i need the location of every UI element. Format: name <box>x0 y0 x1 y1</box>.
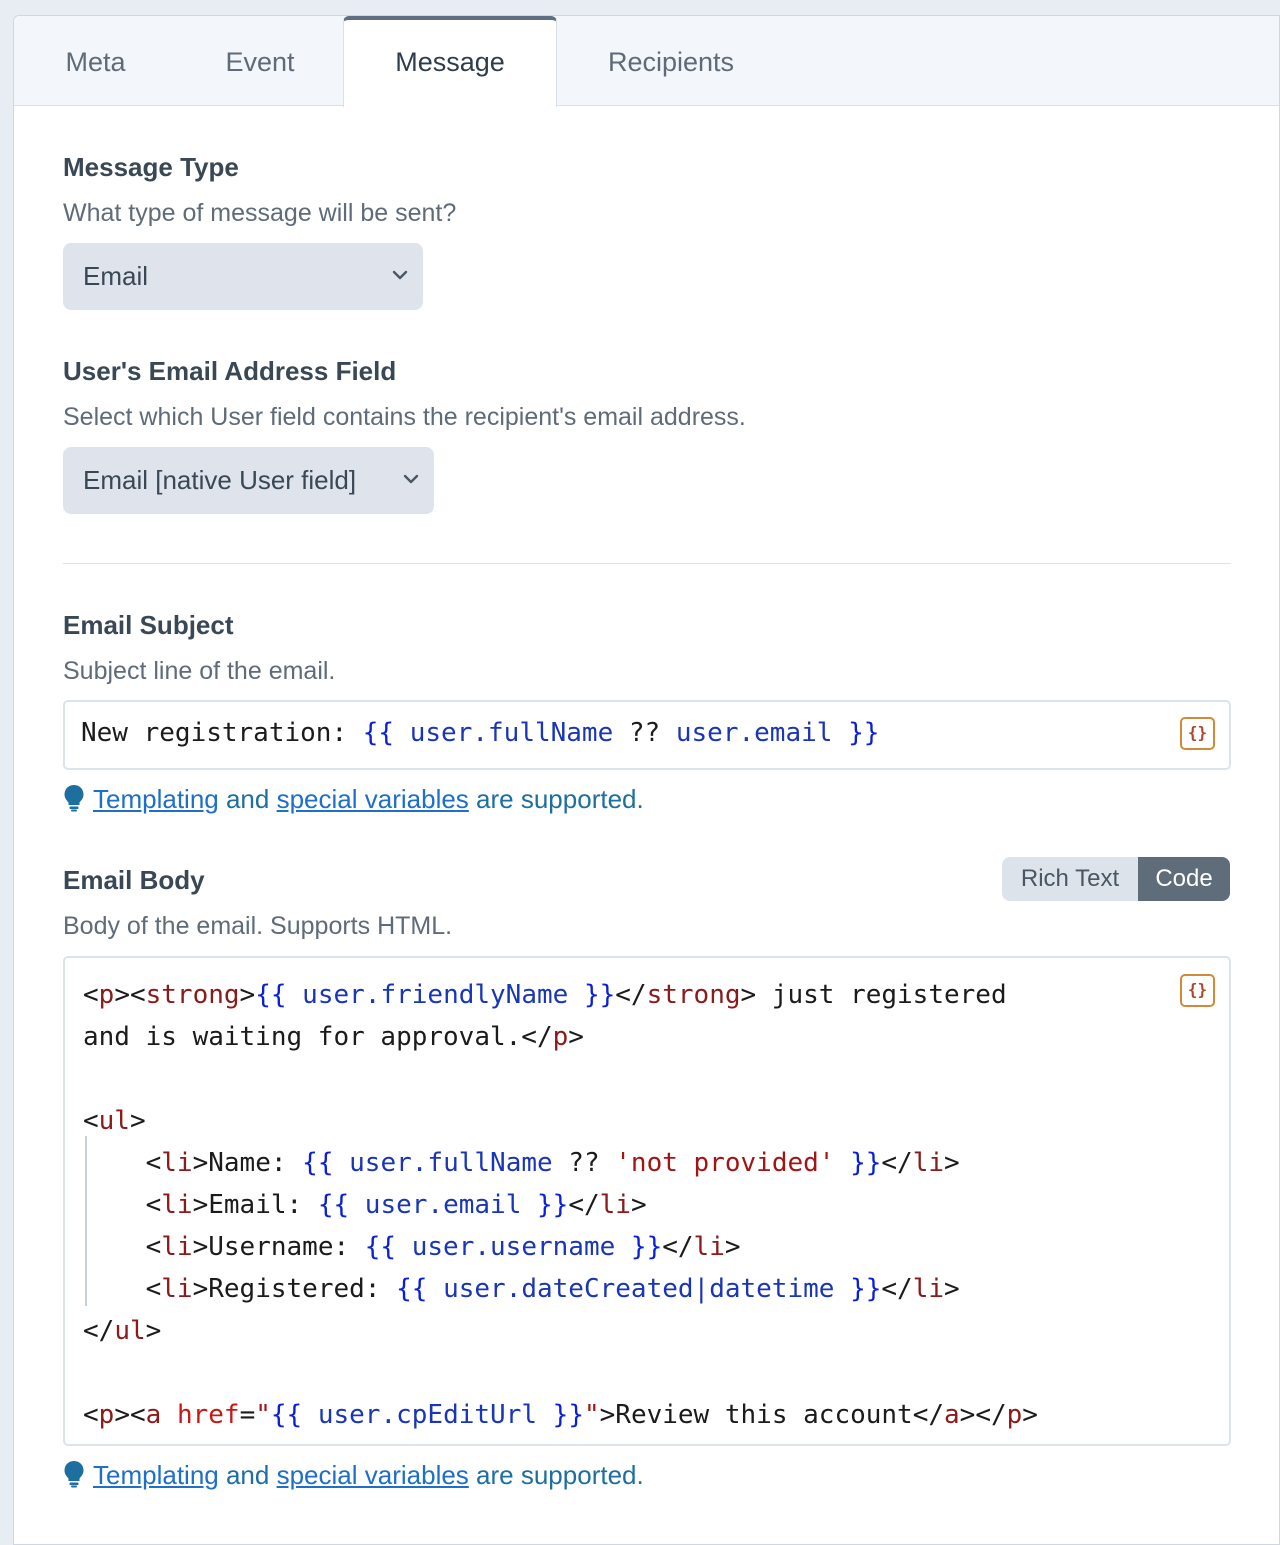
templating-link[interactable]: Templating <box>93 1460 219 1490</box>
tab-meta[interactable]: Meta <box>14 16 177 106</box>
chevron-down-icon <box>403 474 419 484</box>
tab-recipients[interactable]: Recipients <box>557 16 785 106</box>
code-line: <li>Registered: {{ user.dateCreated|date… <box>83 1274 960 1304</box>
tab-bar: Meta Event Message Recipients <box>14 16 1279 107</box>
tip-suffix: are supported. <box>476 784 644 814</box>
tip-and: and <box>225 1460 270 1490</box>
message-type-heading: Message Type <box>63 152 239 182</box>
message-type-select[interactable]: Email <box>63 243 423 310</box>
message-type-value: Email <box>83 261 149 291</box>
email-body-code-editor[interactable]: <p><strong>{{ user.friendlyName }}</stro… <box>63 956 1231 1446</box>
tab-event[interactable]: Event <box>177 16 343 106</box>
lightbulb-icon <box>64 785 84 812</box>
message-type-description: What type of message will be sent? <box>63 199 457 227</box>
email-field-value: Email [native User field] <box>83 465 357 495</box>
templating-link[interactable]: Templating <box>93 784 219 814</box>
section-divider <box>63 563 1231 564</box>
tip-suffix: are supported. <box>476 1460 644 1490</box>
tip-and: and <box>225 784 270 814</box>
email-body-heading: Email Body <box>63 865 205 895</box>
rich-text-toggle[interactable]: Rich Text <box>1002 857 1138 901</box>
email-field-heading: User's Email Address Field <box>63 356 397 386</box>
email-field-select[interactable]: Email [native User field] <box>63 447 434 514</box>
code-line: and is waiting for approval.</p> <box>83 1022 584 1052</box>
code-line: <p><strong>{{ user.friendlyName }}</stro… <box>83 980 1007 1010</box>
special-variables-link[interactable]: special variables <box>277 1460 469 1490</box>
code-line: </ul> <box>83 1316 162 1346</box>
editor-mode-toggle: Rich Text Code <box>1002 857 1230 901</box>
email-body-description: Body of the email. Supports HTML. <box>63 912 453 940</box>
special-variables-link[interactable]: special variables <box>277 784 469 814</box>
email-subject-input[interactable]: New registration: {{ user.fullName ?? us… <box>63 700 1231 770</box>
templating-tip: Templating and special variables are sup… <box>63 1460 644 1491</box>
code-content: <p><strong>{{ user.friendlyName }}</stro… <box>83 974 1038 1436</box>
chevron-down-icon <box>392 270 408 280</box>
tab-message[interactable]: Message <box>343 16 557 107</box>
lightbulb-icon <box>64 1461 84 1488</box>
code-line: <li>Username: {{ user.username }}</li> <box>83 1232 741 1262</box>
email-subject-value: New registration: {{ user.fullName ?? us… <box>81 718 880 748</box>
code-line: <p><a href="{{ user.cpEditUrl }}">Review… <box>83 1400 1038 1430</box>
email-subject-heading: Email Subject <box>63 610 234 640</box>
email-field-description: Select which User field contains the rec… <box>63 403 746 431</box>
code-line: <li>Name: {{ user.fullName ?? 'not provi… <box>83 1148 960 1178</box>
insert-variable-button[interactable]: {} <box>1180 974 1215 1007</box>
code-toggle[interactable]: Code <box>1138 857 1230 901</box>
templating-tip: Templating and special variables are sup… <box>63 784 644 815</box>
code-line: <ul> <box>83 1106 146 1136</box>
email-subject-description: Subject line of the email. <box>63 657 336 685</box>
code-line: <li>Email: {{ user.email }}</li> <box>83 1190 647 1220</box>
message-settings-panel: Meta Event Message Recipients Message Ty… <box>13 15 1280 1545</box>
insert-variable-button[interactable]: {} <box>1180 717 1215 750</box>
